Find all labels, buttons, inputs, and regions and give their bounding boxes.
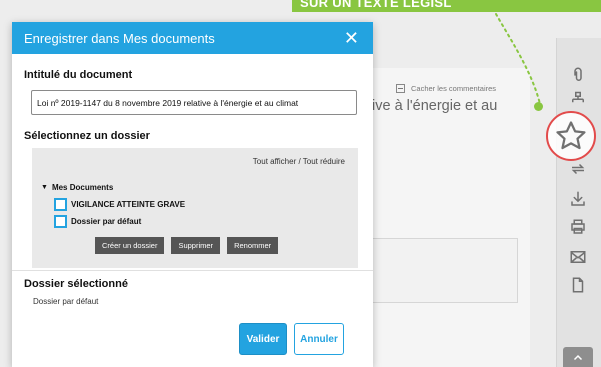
document-title-fragment: ive à l'énergie et au [372,98,498,114]
chevron-right-icon[interactable] [569,160,587,178]
folder-label: VIGILANCE ATTEINTE GRAVE [71,200,186,209]
callout-dot [534,102,543,111]
doc-title-label: Intitulé du document [24,69,133,81]
tutorial-banner: SUR UN TEXTE LÉGISL [292,0,601,12]
selected-folder-label: Dossier sélectionné [24,278,128,290]
comment-box[interactable] [372,238,518,303]
paperclip-icon[interactable] [569,66,587,84]
hide-comments-label: Cacher les commentaires [411,84,497,93]
folder-action-buttons: Créer un dossier Supprimer Renommer [95,237,279,254]
folder-label: Dossier par défaut [71,217,142,226]
chevron-up-icon [573,354,583,361]
rename-folder-button[interactable]: Renommer [227,237,279,254]
validate-button[interactable]: Valider [239,323,287,355]
dialog-header: Enregistrer dans Mes documents ✕ [12,22,373,54]
folder-vigilance-atteinte-grave[interactable]: VIGILANCE ATTEINTE GRAVE [54,198,185,211]
delete-folder-button[interactable]: Supprimer [171,237,221,254]
favorite-highlight[interactable] [546,111,596,161]
tutorial-banner-text: SUR UN TEXTE LÉGISL [300,0,452,10]
save-to-documents-dialog: Enregistrer dans Mes documents ✕ Intitul… [12,22,373,367]
org-chart-icon[interactable] [569,91,587,109]
dialog-title: Enregistrer dans Mes documents [24,30,215,46]
folder-checkbox[interactable] [54,198,67,211]
mail-icon[interactable] [569,248,587,266]
print-icon[interactable] [569,218,587,236]
section-divider [12,270,373,271]
close-icon[interactable]: ✕ [344,29,359,47]
tree-root-label: Mes Documents [51,183,114,192]
create-folder-button[interactable]: Créer un dossier [95,237,165,254]
scroll-to-top-button[interactable] [563,347,593,367]
cancel-button[interactable]: Annuler [294,323,344,355]
caret-down-icon: ▼ [41,184,48,191]
folder-tree-panel: Tout afficher / Tout réduire ▼ Mes Docum… [32,148,358,268]
star-icon [556,121,586,150]
tree-root-mes-documents[interactable]: ▼ Mes Documents [41,183,113,192]
folder-dossier-par-defaut[interactable]: Dossier par défaut [54,215,141,228]
folder-checkbox[interactable] [54,215,67,228]
tree-expand-collapse-links[interactable]: Tout afficher / Tout réduire [253,157,345,166]
document-icon[interactable] [569,276,587,294]
selected-folder-value: Dossier par défaut [33,297,99,306]
hide-comments-toggle[interactable]: Cacher les commentaires [396,84,496,93]
doc-title-input[interactable] [31,90,357,115]
download-icon[interactable] [569,190,587,208]
select-folder-label: Sélectionnez un dossier [24,130,150,142]
callout-pointer [495,13,541,105]
collapse-icon [396,84,405,93]
